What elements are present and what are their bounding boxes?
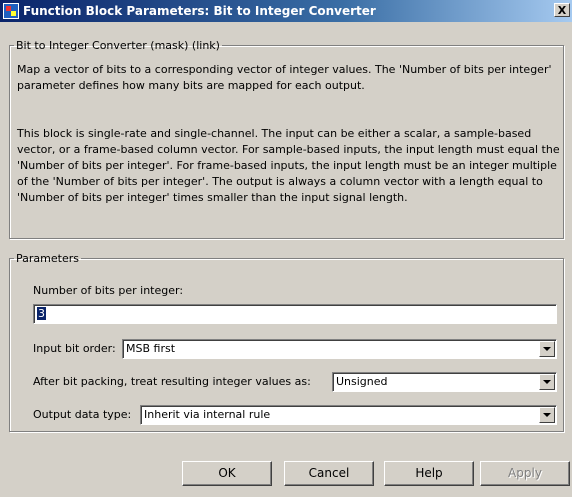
parameters-legend: Parameters xyxy=(16,252,79,265)
bits-per-integer-input[interactable]: 3 xyxy=(33,304,557,324)
description-paragraph-1: Map a vector of bits to a corresponding … xyxy=(17,63,552,92)
window-title: Function Block Parameters: Bit to Intege… xyxy=(23,4,376,18)
input-bit-order-value: MSB first xyxy=(126,342,176,355)
title-bar[interactable]: Function Block Parameters: Bit to Intege… xyxy=(0,0,572,22)
close-button[interactable]: X xyxy=(554,3,570,17)
chevron-down-icon[interactable] xyxy=(539,407,555,423)
apply-button[interactable]: Apply xyxy=(480,461,570,486)
output-data-type-value: Inherit via internal rule xyxy=(144,408,271,421)
input-bit-order-select[interactable]: MSB first xyxy=(122,339,557,359)
bits-per-integer-value: 3 xyxy=(37,307,46,320)
ok-button[interactable]: OK xyxy=(182,461,272,486)
bits-per-integer-label: Number of bits per integer: xyxy=(33,284,184,297)
block-icon xyxy=(3,3,19,19)
output-data-type-label: Output data type: xyxy=(33,408,132,421)
cancel-button[interactable]: Cancel xyxy=(284,461,374,486)
output-data-type-select[interactable]: Inherit via internal rule xyxy=(140,405,557,425)
integer-treatment-value: Unsigned xyxy=(336,375,388,388)
integer-treatment-select[interactable]: Unsigned xyxy=(332,372,557,392)
chevron-down-icon[interactable] xyxy=(539,341,555,357)
help-button[interactable]: Help xyxy=(384,461,474,486)
description-legend: Bit to Integer Converter (mask) (link) xyxy=(16,39,220,52)
input-bit-order-label: Input bit order: xyxy=(33,342,116,355)
description-paragraph-2: This block is single-rate and single-cha… xyxy=(17,127,560,204)
integer-treatment-label: After bit packing, treat resulting integ… xyxy=(33,375,311,388)
chevron-down-icon[interactable] xyxy=(539,374,555,390)
